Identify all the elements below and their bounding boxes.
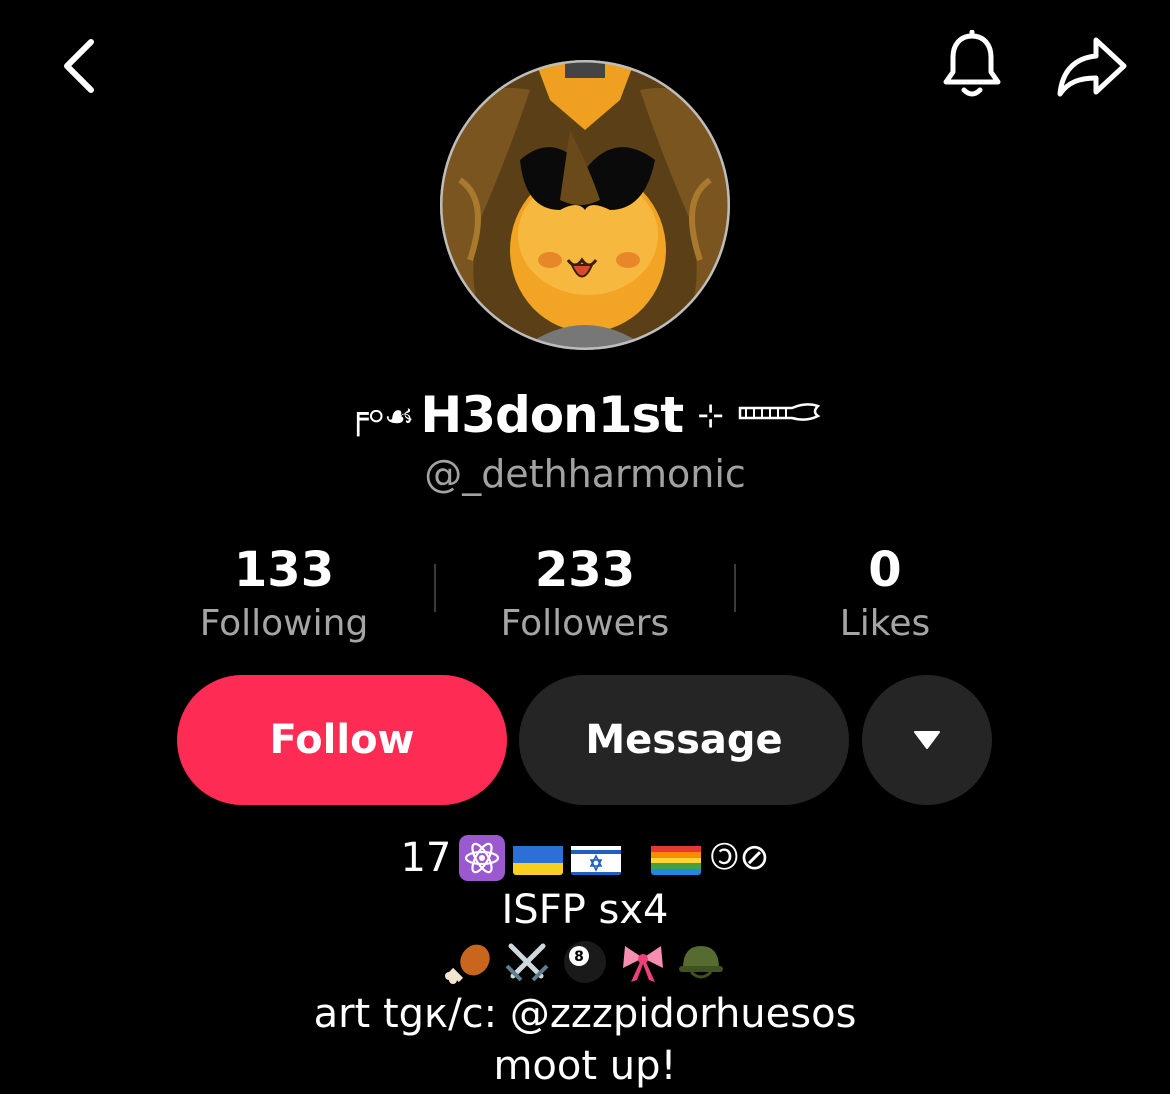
display-name: ╒⸰☙ H3don1st ⊹ (0, 382, 1170, 448)
back-button[interactable] (44, 28, 114, 104)
notification-bell-button[interactable] (932, 26, 1012, 106)
bell-icon (943, 30, 1001, 97)
avatar-illustration (440, 60, 730, 350)
username: @_dethharmonic (424, 452, 746, 496)
crossed-swords-icon (502, 937, 552, 987)
stat-likes-label: Likes (839, 603, 931, 644)
display-name-prefix: ╒⸰☙ (347, 397, 414, 437)
message-button[interactable]: Message (519, 675, 849, 805)
atom-icon (459, 835, 506, 881)
stat-likes-value: 0 (868, 542, 902, 598)
display-name-suffix: ⊹ (697, 396, 725, 434)
stat-following-label: Following (199, 603, 369, 644)
bio-line-2: ISFP sx4 (501, 887, 669, 933)
eight-ball-icon: 8 (560, 937, 610, 987)
bio: 17 🄯⊘ ISFP sx4 8 art tgк/c: @zzzpidorhue… (0, 832, 1170, 1092)
stat-following-value: 133 (233, 542, 335, 598)
bio-symbols: 🄯⊘ (709, 837, 770, 878)
bio-line-3: 8 (0, 936, 1170, 988)
ukraine-flag-icon (513, 841, 564, 875)
avatar[interactable] (440, 60, 730, 350)
rainbow-flag-icon (651, 841, 702, 875)
stat-followers-value: 233 (534, 542, 636, 598)
more-options-button[interactable] (862, 675, 992, 805)
drumstick-icon (444, 937, 494, 987)
svg-text:8: 8 (574, 949, 584, 965)
display-name-text: H3don1st (420, 386, 684, 444)
stat-likes[interactable]: 0 Likes (735, 540, 1035, 646)
wing-icon (736, 398, 822, 433)
bio-line-1: 17 🄯⊘ (0, 832, 1170, 884)
follow-button[interactable]: Follow (177, 675, 507, 805)
ribbon-icon (618, 937, 668, 987)
bio-age: 17 (400, 835, 452, 881)
share-button[interactable] (1050, 26, 1134, 106)
stat-following[interactable]: 133 Following (134, 540, 434, 646)
caret-down-icon (914, 731, 940, 749)
bio-line-5: moot up! (493, 1043, 677, 1089)
profile-stats: 133 Following 233 Followers 0 Likes (0, 540, 1170, 650)
share-arrow-icon (1057, 37, 1127, 97)
military-helmet-icon (676, 937, 726, 987)
israel-flag-icon (571, 841, 622, 875)
bio-line-4: art tgк/c: @zzzpidorhuesos (313, 991, 857, 1037)
chevron-left-icon (64, 39, 94, 93)
stat-followers-label: Followers (500, 603, 670, 644)
stat-followers[interactable]: 233 Followers (435, 540, 735, 646)
